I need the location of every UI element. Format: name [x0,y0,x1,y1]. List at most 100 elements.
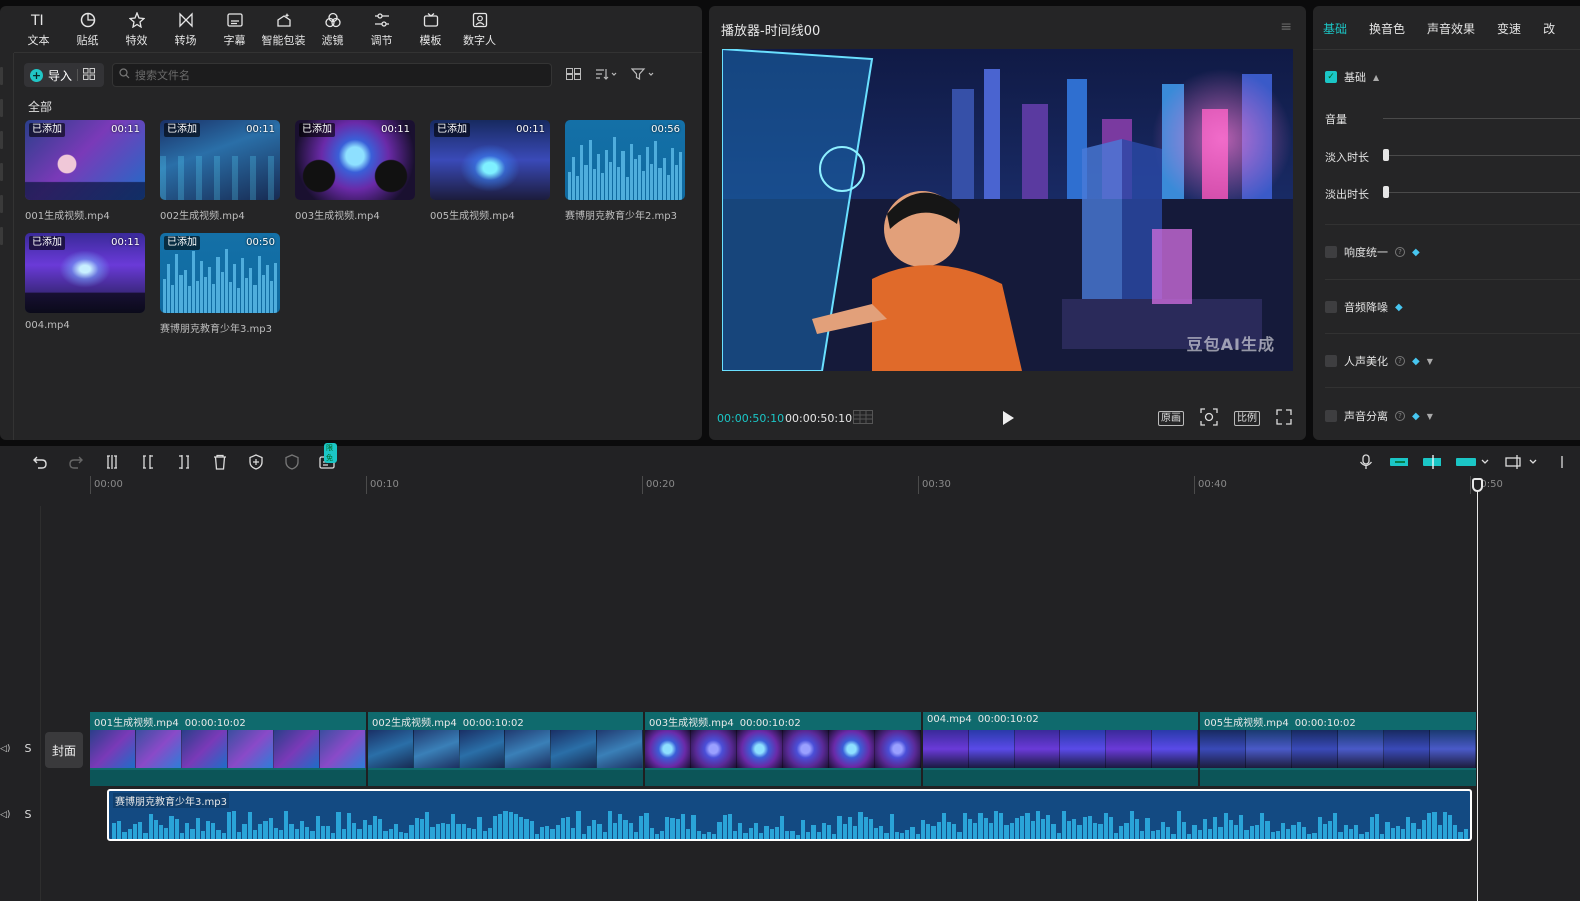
media-item[interactable]: 已添加 00:11 004.mp4 [25,233,145,335]
voice-separation-option[interactable]: 声音分离 ? ◆ ▼ [1325,408,1433,424]
waveform-bar [602,832,607,839]
help-icon[interactable]: ? [1395,356,1405,366]
trim-left-icon[interactable] [138,453,157,472]
preview-axis-icon[interactable] [1505,453,1541,472]
waveform-bar [1025,812,1030,839]
grid-view-icon[interactable] [83,67,96,83]
basic-section-header[interactable]: ✓ 基础 ▲ [1325,69,1379,85]
loudness-checkbox[interactable] [1325,246,1337,258]
menu-icon[interactable]: ≡ [1280,19,1292,35]
waveform-bar [148,813,153,839]
chevron-down-icon[interactable]: ▼ [1427,357,1433,366]
tab-more[interactable]: 改 [1543,20,1555,37]
tab-voice-change[interactable]: 换音色 [1369,20,1405,37]
waveform-bar [419,818,425,839]
solo-toggle[interactable]: S [24,742,31,755]
tool-smart-package[interactable]: 智能包装 [259,6,308,52]
original-quality-button[interactable]: 原画 [1158,411,1184,426]
tab-sound-effects[interactable]: 声音效果 [1427,20,1475,37]
media-item[interactable]: 已添加 00:11 005生成视频.mp4 [430,120,550,222]
video-clip[interactable]: 003生成视频.mp4 00:00:10:02 [645,712,923,786]
noise-reduction-checkbox[interactable] [1325,301,1337,313]
timecode-grid-icon[interactable] [853,410,873,427]
waveform-bar [138,822,143,839]
speaker-icon[interactable]: ◁) [0,744,10,754]
layout-toggle-icon[interactable] [566,67,581,83]
shield-add-icon[interactable] [246,453,265,472]
audio-clip[interactable]: 赛博朋克教育少年3.mp3 [107,789,1472,841]
tab-speed[interactable]: 变速 [1497,20,1521,37]
video-clip[interactable]: 002生成视频.mp4 00:00:10:02 [368,712,645,786]
time-ruler[interactable]: 00:00 00:10 00:20 00:30 00:40 00:50 [90,476,1580,494]
tool-subtitle[interactable]: 字幕 [210,6,259,52]
chevron-down-icon[interactable]: ▼ [1427,412,1433,421]
linkage-icon[interactable] [1455,453,1491,472]
split-icon[interactable] [102,453,121,472]
tool-text[interactable]: TI 文本 [14,6,63,52]
loudness-option[interactable]: 响度统一 ? ◆ [1325,244,1420,260]
media-item[interactable]: 已添加 00:11 003生成视频.mp4 [295,120,415,222]
video-clip[interactable]: 004.mp4 00:00:10:02 [923,712,1200,786]
search-input[interactable] [135,68,535,82]
playhead-line[interactable] [1477,478,1478,901]
trim-right-icon[interactable] [174,453,193,472]
waveform-bar [508,812,513,839]
shield-icon[interactable] [282,453,301,472]
waveform-bar [1187,833,1192,839]
noise-reduction-option[interactable]: 音频降噪 ◆ [1325,299,1403,315]
microphone-icon[interactable] [1356,453,1375,472]
tool-digital-human[interactable]: 数字人 [455,6,504,52]
screenshot-icon[interactable] [1200,408,1218,429]
snap-icon[interactable] [1422,453,1441,472]
solo-toggle[interactable]: S [24,808,31,821]
help-icon[interactable]: ? [1395,247,1405,257]
tool-template[interactable]: 模板 [406,6,455,52]
tab-basic[interactable]: 基础 [1323,20,1347,37]
media-item[interactable]: 已添加 00:11 001生成视频.mp4 [25,120,145,222]
redo-icon[interactable] [66,453,85,472]
voice-separation-checkbox[interactable] [1325,410,1337,422]
tool-effects[interactable]: 特效 [112,6,161,52]
cover-button[interactable]: 封面 [45,732,83,768]
sort-icon[interactable] [595,68,617,83]
video-preview[interactable]: 豆包AI生成 [722,49,1293,371]
tool-sticker[interactable]: 贴纸 [63,6,112,52]
undo-icon[interactable] [30,453,49,472]
playhead-handle[interactable] [1472,478,1483,492]
waveform-bar [1098,823,1103,839]
fade-in-knob[interactable] [1383,149,1389,161]
waveform-bar [1406,816,1411,839]
voice-beautify-option[interactable]: 人声美化 ? ◆ ▼ [1325,353,1433,369]
import-button[interactable]: + 导入 [24,63,104,87]
volume-slider[interactable] [1383,118,1580,119]
ratio-button[interactable]: 比例 [1234,411,1260,426]
media-item[interactable]: 00:56 赛博朋克教育少年2.mp3 [565,120,685,222]
play-button[interactable] [1000,410,1016,426]
filter-funnel-icon[interactable] [630,67,655,83]
basic-checkbox[interactable]: ✓ [1325,71,1337,83]
main-track-magnet-icon[interactable] [1389,453,1408,472]
help-icon[interactable]: ? [1395,411,1405,421]
clip-audio-strip [923,770,1198,786]
delete-icon[interactable] [210,453,229,472]
tool-adjust[interactable]: 调节 [357,6,406,52]
tool-transition[interactable]: 转场 [161,6,210,52]
voice-beautify-checkbox[interactable] [1325,355,1337,367]
media-item[interactable]: 已添加 00:50 赛博朋克教育少年3.mp3 [160,233,280,335]
speaker-icon[interactable]: ◁) [0,810,10,820]
fullscreen-icon[interactable] [1276,409,1292,428]
media-grid: 已添加 00:11 001生成视频.mp4 已添加 00:11 002生成视频.… [25,120,685,335]
text-icon: TI [30,11,48,29]
auto-caption-icon[interactable]: 限免 [318,442,337,472]
fade-out-slider[interactable] [1383,186,1580,198]
waveform-bar [1275,830,1280,839]
fade-in-slider[interactable] [1383,149,1580,161]
free-limit-badge: 限免 [324,442,337,463]
more-tools-icon[interactable] [1555,453,1574,472]
fade-out-knob[interactable] [1383,186,1389,198]
media-item[interactable]: 已添加 00:11 002生成视频.mp4 [160,120,280,222]
waveform-bar [665,817,670,839]
video-clip[interactable]: 005生成视频.mp4 00:00:10:02 [1200,712,1476,786]
video-clip[interactable]: 001生成视频.mp4 00:00:10:02 [90,712,368,786]
tool-filter[interactable]: 滤镜 [308,6,357,52]
